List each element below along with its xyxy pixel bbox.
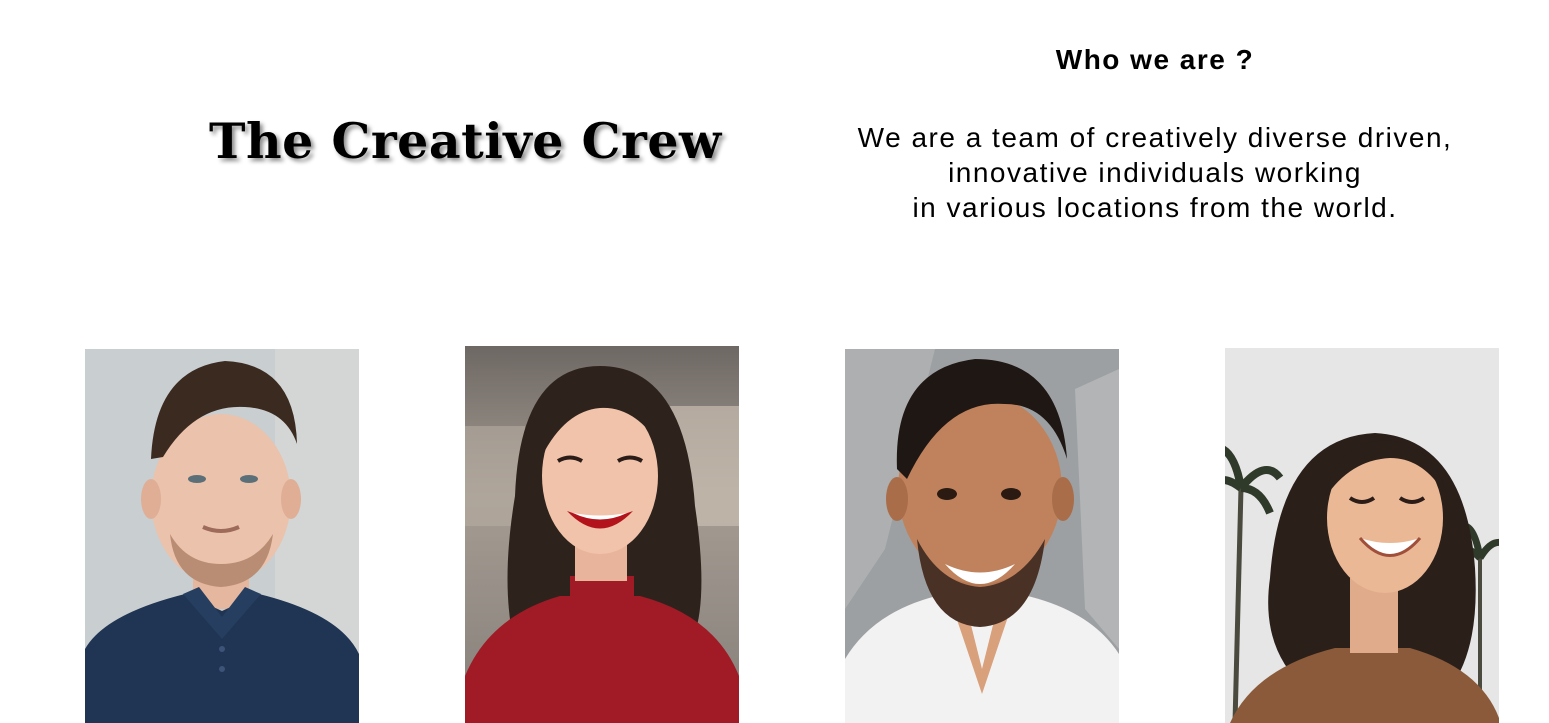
team-photo-4-image: [1225, 348, 1499, 723]
team-photo-4: [1225, 348, 1499, 723]
about-line: innovative individuals working: [948, 157, 1362, 188]
team-photo-2: [465, 346, 739, 723]
about-description: We are a team of creatively diverse driv…: [805, 120, 1505, 225]
about-line: in various locations from the world.: [912, 192, 1398, 223]
about-line: We are a team of creatively diverse driv…: [857, 122, 1453, 153]
team-photo-2-image: [465, 346, 739, 723]
about-section: Who we are ? We are a team of creatively…: [805, 40, 1505, 225]
team-photo-1: [85, 349, 359, 723]
team-photo-1-image: [85, 349, 359, 723]
team-photo-3: [845, 349, 1119, 723]
brand-title: The Creative Crew: [209, 112, 722, 170]
page: The Creative Crew Who we are ? We are a …: [0, 0, 1549, 723]
about-heading: Who we are ?: [1055, 44, 1255, 75]
team-photo-3-image: [845, 349, 1119, 723]
